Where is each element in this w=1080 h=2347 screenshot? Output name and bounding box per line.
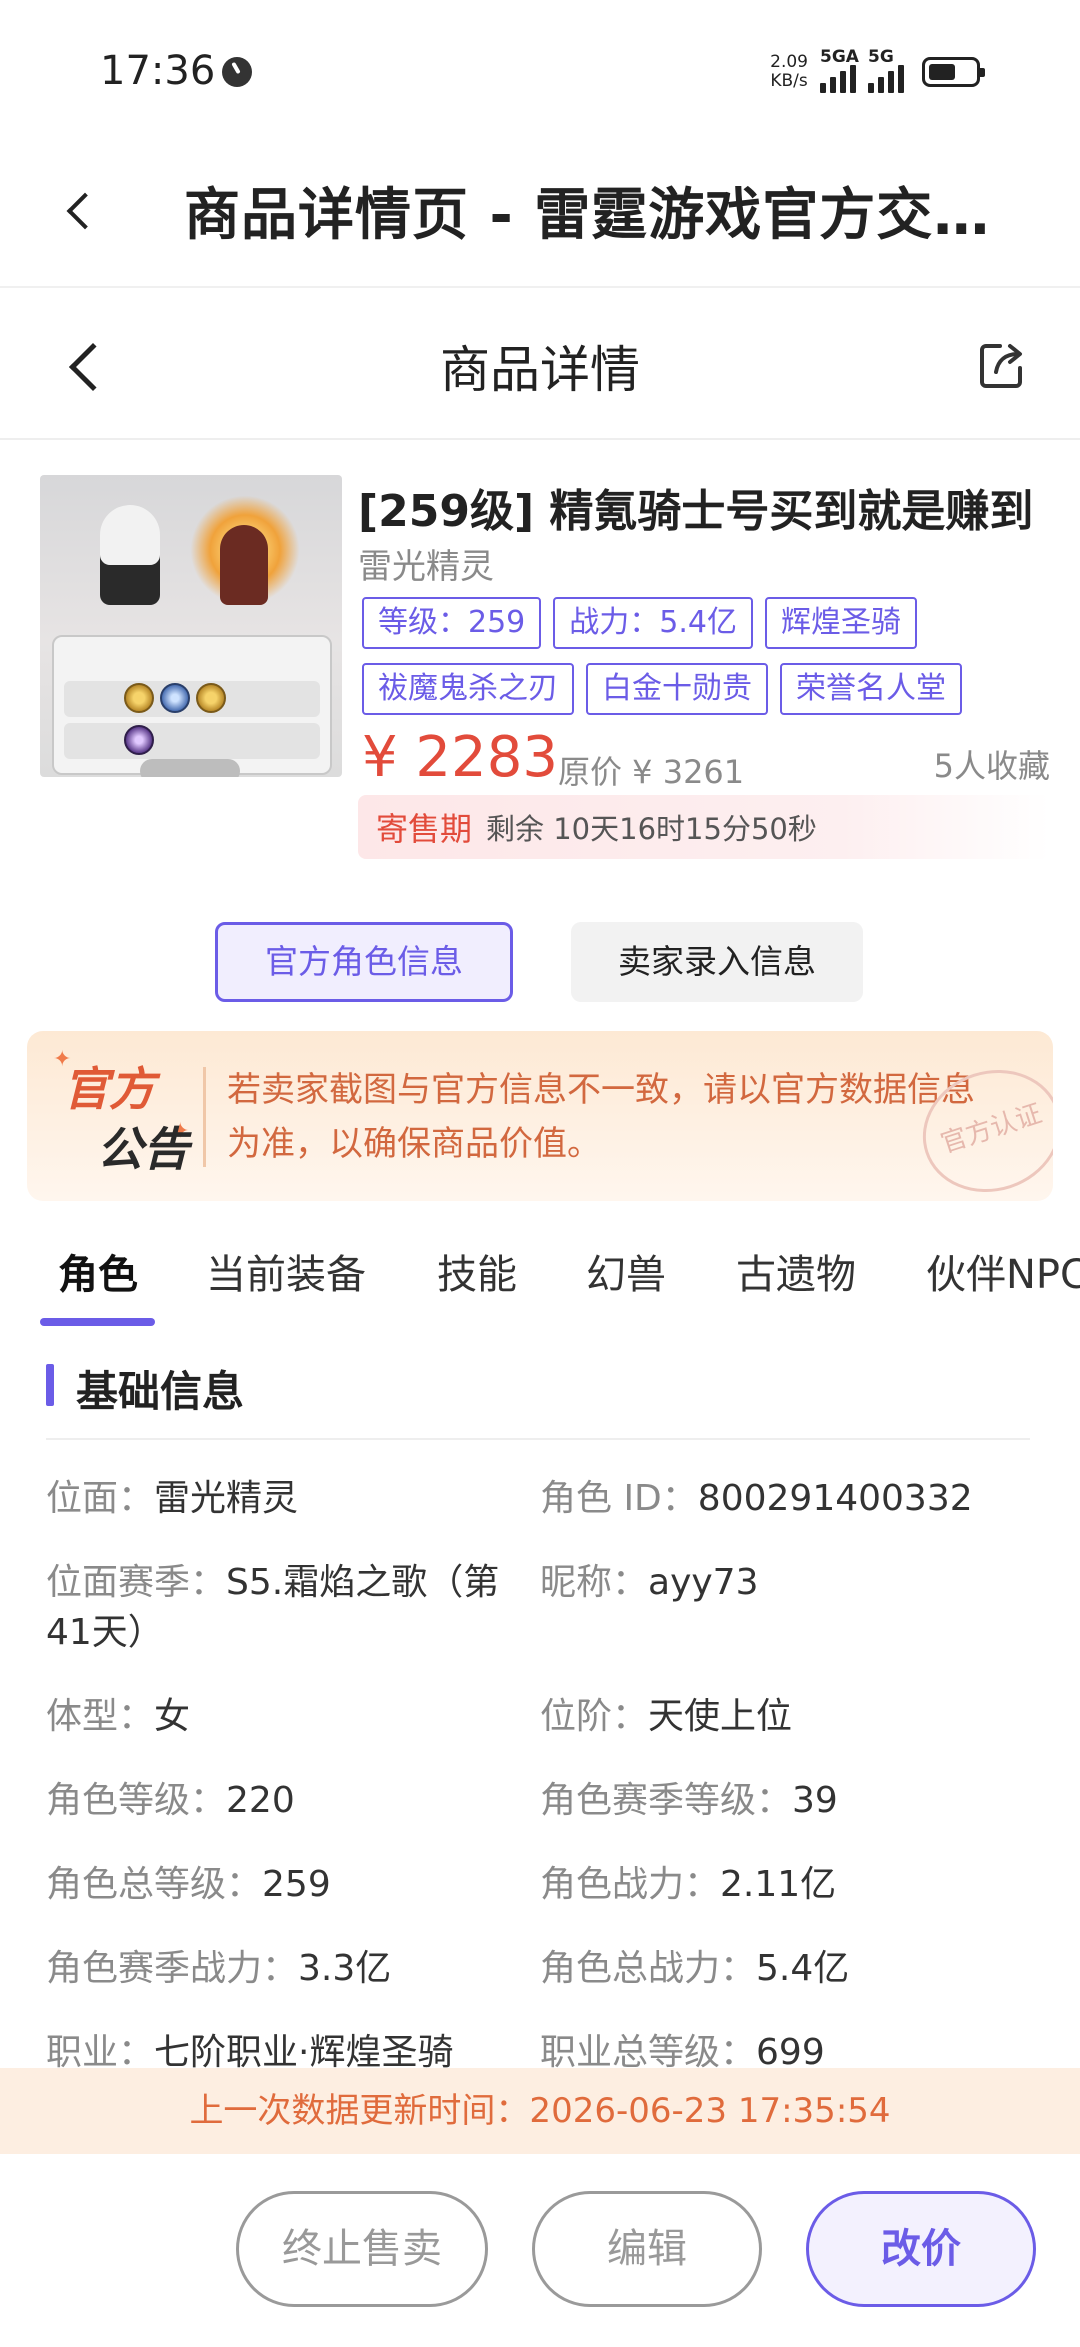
notice-divider	[203, 1067, 206, 1167]
signal-icon-2: 5G	[868, 47, 904, 93]
sale-period-bar: 寄售期 剩余 10天16时15分50秒	[358, 795, 1050, 859]
field-total-level: 角色总等级：259	[46, 1864, 331, 1905]
page-nav: 商品详情	[0, 290, 1080, 440]
section-bar	[46, 1364, 54, 1406]
favorite-count: 5人收藏	[933, 747, 1050, 785]
field-role-id: 角色 ID：800291400332	[540, 1478, 973, 1519]
app-title: 商品详情页 - 雷霆游戏官方交…	[184, 183, 991, 248]
edit-button[interactable]: 编辑	[532, 2191, 762, 2307]
battery-fill	[929, 64, 955, 80]
network-speed: 2.09 KB/s	[770, 53, 808, 91]
tab-equipment[interactable]: 当前装备	[206, 1242, 366, 1300]
product-thumbnail[interactable]	[40, 475, 342, 777]
page-title: 商品详情	[440, 341, 640, 399]
detail-tabs: 角色 当前装备 技能 幻兽 古遗物 伙伴NPC	[0, 1228, 1080, 1328]
notice-badge: ✦ 官方 ✦ 公告	[53, 1047, 193, 1183]
notice-text: 若卖家截图与官方信息不一致，请以官方数据信息为准，以确保商品价值。	[227, 1070, 975, 1164]
tag: 祓魔鬼杀之刃	[362, 663, 574, 715]
share-icon[interactable]	[976, 338, 1030, 392]
seller-info-tab[interactable]: 卖家录入信息	[571, 922, 863, 1002]
status-time: 17:36	[100, 48, 216, 94]
field-season-power: 角色赛季战力：3.3亿	[46, 1948, 392, 1989]
field-body-type: 体型：女	[46, 1696, 191, 1737]
tag: 辉煌圣骑	[764, 597, 917, 649]
sale-period-label: 寄售期	[376, 810, 473, 848]
section-title: 基础信息	[76, 1367, 245, 1416]
notice-badge-line1: 官方	[63, 1062, 155, 1116]
sale-remaining: 剩余 10天16时15分50秒	[486, 812, 817, 846]
tab-relics[interactable]: 古遗物	[736, 1242, 856, 1300]
tag: 等级：259	[362, 597, 542, 649]
app-header: 商品详情页 - 雷霆游戏官方交…	[0, 140, 1080, 288]
net-speed-unit: KB/s	[770, 71, 808, 91]
field-nickname: 昵称：ayy73	[540, 1562, 759, 1603]
data-update-time: 上一次数据更新时间：2026-06-23 17:35:54	[0, 2068, 1080, 2154]
battery-icon	[922, 57, 985, 87]
product-subtitle: 雷光精灵	[358, 547, 494, 587]
tag: 战力：5.4亿	[553, 597, 753, 649]
field-role-power: 角色战力：2.11亿	[540, 1864, 837, 1905]
active-tab-indicator	[40, 1318, 155, 1326]
tab-role[interactable]: 角色	[58, 1242, 138, 1300]
notice-badge-line2: 公告	[97, 1122, 189, 1176]
net-speed-value: 2.09	[770, 52, 808, 72]
price-row: ¥ 2283 原价 ¥ 3261 5人收藏	[362, 725, 1050, 795]
bottom-action-bar: 终止售卖 编辑 改价	[0, 2154, 1080, 2347]
app-back-icon[interactable]	[66, 192, 104, 230]
tab-skills[interactable]: 技能	[437, 1242, 517, 1300]
field-total-power: 角色总战力：5.4亿	[540, 1948, 850, 1989]
field-season-level: 角色赛季等级：39	[540, 1780, 838, 1821]
status-indicators: 2.09 KB/s 5GA 5G	[770, 47, 985, 94]
tag: 白金十勋贵	[586, 663, 768, 715]
field-plane: 位面：雷光精灵	[46, 1478, 299, 1519]
stop-sale-button[interactable]: 终止售卖	[236, 2191, 488, 2307]
notification-icon	[222, 57, 252, 87]
signal-icon: 5GA	[820, 47, 859, 93]
field-role-level: 角色等级：220	[46, 1780, 295, 1821]
field-rank: 位阶：天使上位	[540, 1696, 793, 1737]
signal-label-2: 5G	[868, 47, 894, 67]
divider	[46, 1438, 1030, 1440]
tag: 荣誉名人堂	[780, 663, 962, 715]
product-title: [259级] 精氪骑士号买到就是赚到	[358, 486, 1034, 537]
original-price: 原价 ¥ 3261	[558, 753, 745, 791]
tab-partner-npc[interactable]: 伙伴NPC	[926, 1242, 1080, 1300]
official-notice: ✦ 官方 ✦ 公告 若卖家截图与官方信息不一致，请以官方数据信息为准，以确保商品…	[27, 1031, 1053, 1201]
change-price-button[interactable]: 改价	[806, 2191, 1036, 2307]
product-card: [259级] 精氪骑士号买到就是赚到 雷光精灵 等级：259 战力：5.4亿 辉…	[40, 475, 1050, 885]
tag-list: 等级：259 战力：5.4亿 辉煌圣骑 祓魔鬼杀之刃 白金十勋贵 荣誉名人堂	[362, 597, 1052, 715]
tab-beasts[interactable]: 幻兽	[586, 1242, 666, 1300]
status-bar: 17:36 2.09 KB/s 5GA 5G	[0, 0, 1080, 140]
price: ¥ 2283	[362, 725, 558, 790]
field-season: 位面赛季：S5.霜焰之歌（第 41天）	[46, 1562, 500, 1653]
official-info-tab[interactable]: 官方角色信息	[215, 922, 513, 1002]
signal-label: 5GA	[820, 47, 859, 67]
